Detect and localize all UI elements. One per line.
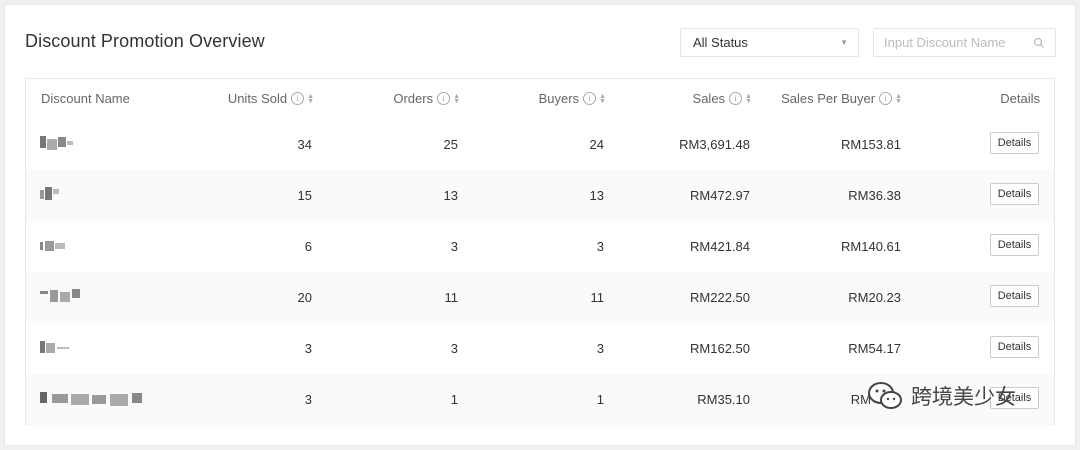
chevron-down-icon: ▼	[840, 38, 848, 47]
column-header-units-sold[interactable]: Units Sold i ▲ ▼	[228, 91, 314, 106]
sales-value: RM162.50	[690, 341, 750, 356]
units-sold-value: 15	[297, 188, 312, 203]
orders-value: 1	[450, 392, 458, 407]
sort-icon[interactable]: ▲ ▼	[895, 93, 902, 105]
sort-icon[interactable]: ▲ ▼	[599, 93, 606, 105]
table-row: 6 3 3 RM421.84 RM140.61 Details	[26, 221, 1054, 272]
orders-value: 3	[450, 239, 458, 254]
discount-overview-card: Discount Promotion Overview All Status ▼…	[5, 5, 1075, 445]
units-sold-value: 20	[297, 290, 312, 305]
sales-per-buyer-value: RM20.23	[848, 290, 901, 305]
search-input[interactable]	[874, 29, 1024, 56]
blurred-discount-name	[40, 241, 65, 251]
details-button[interactable]: Details	[990, 336, 1039, 358]
units-sold-value: 3	[304, 392, 312, 407]
blurred-discount-name	[40, 341, 69, 353]
sort-icon[interactable]: ▲ ▼	[307, 93, 314, 105]
blurred-discount-name	[40, 289, 80, 302]
sales-value: RM3,691.48	[679, 137, 750, 152]
column-header-buyers[interactable]: Buyers i ▲ ▼	[539, 91, 606, 106]
watermark-text: 跨境美少女	[911, 385, 1016, 409]
info-icon[interactable]: i	[879, 92, 893, 105]
wechat-icon	[868, 382, 902, 409]
table-header: Discount Name Units Sold i ▲ ▼ Orders i ▲…	[26, 79, 1054, 119]
blurred-discount-name	[40, 136, 73, 150]
orders-value: 13	[443, 188, 458, 203]
table-row: 20 11 11 RM222.50 RM20.23 Details	[26, 272, 1054, 323]
sales-per-buyer-value: RM54.17	[848, 341, 901, 356]
discount-table: Discount Name Units Sold i ▲ ▼ Orders i ▲…	[25, 78, 1055, 425]
column-header-discount-name: Discount Name	[41, 91, 130, 106]
sales-value: RM421.84	[690, 239, 750, 254]
column-header-sales[interactable]: Sales i ▲ ▼	[693, 91, 752, 106]
units-sold-value: 34	[297, 137, 312, 152]
info-icon[interactable]: i	[437, 92, 451, 105]
units-sold-value: 3	[304, 341, 312, 356]
sort-icon[interactable]: ▲ ▼	[745, 93, 752, 105]
details-button[interactable]: Details	[990, 132, 1039, 154]
buyers-value: 13	[589, 188, 604, 203]
orders-value: 25	[443, 137, 458, 152]
buyers-value: 3	[596, 239, 604, 254]
sales-value: RM35.10	[697, 392, 750, 407]
details-button[interactable]: Details	[990, 183, 1039, 205]
search-box[interactable]	[873, 28, 1056, 57]
wechat-watermark: 跨境美少女	[867, 380, 1016, 412]
column-header-orders[interactable]: Orders i ▲ ▼	[393, 91, 460, 106]
page-title: Discount Promotion Overview	[25, 31, 265, 51]
sales-value: RM472.97	[690, 188, 750, 203]
sales-per-buyer-value: RM140.61	[841, 239, 901, 254]
buyers-value: 11	[590, 290, 605, 305]
table-row: 3 3 3 RM162.50 RM54.17 Details	[26, 323, 1054, 374]
sort-icon[interactable]: ▲ ▼	[453, 93, 460, 105]
units-sold-value: 6	[304, 239, 312, 254]
status-filter-select[interactable]: All Status ▼	[680, 28, 859, 57]
blurred-discount-name	[40, 392, 142, 406]
blurred-discount-name	[40, 187, 59, 200]
buyers-value: 24	[589, 137, 604, 152]
table-row: 15 13 13 RM472.97 RM36.38 Details	[26, 170, 1054, 221]
info-icon[interactable]: i	[583, 92, 597, 105]
column-header-details: Details	[1000, 91, 1040, 106]
info-icon[interactable]: i	[291, 92, 305, 105]
buyers-value: 1	[596, 392, 604, 407]
orders-value: 11	[444, 290, 459, 305]
details-button[interactable]: Details	[990, 234, 1039, 256]
info-icon[interactable]: i	[729, 92, 743, 105]
buyers-value: 3	[596, 341, 604, 356]
sales-value: RM222.50	[690, 290, 750, 305]
sales-per-buyer-value: RM153.81	[841, 137, 901, 152]
status-filter-value: All Status	[693, 35, 748, 50]
details-button[interactable]: Details	[990, 285, 1039, 307]
search-icon[interactable]	[1033, 37, 1045, 49]
orders-value: 3	[450, 341, 458, 356]
column-header-sales-per-buyer[interactable]: Sales Per Buyer i ▲ ▼	[781, 91, 902, 106]
sales-per-buyer-value: RM36.38	[848, 188, 901, 203]
table-row: 34 25 24 RM3,691.48 RM153.81 Details	[26, 119, 1054, 170]
